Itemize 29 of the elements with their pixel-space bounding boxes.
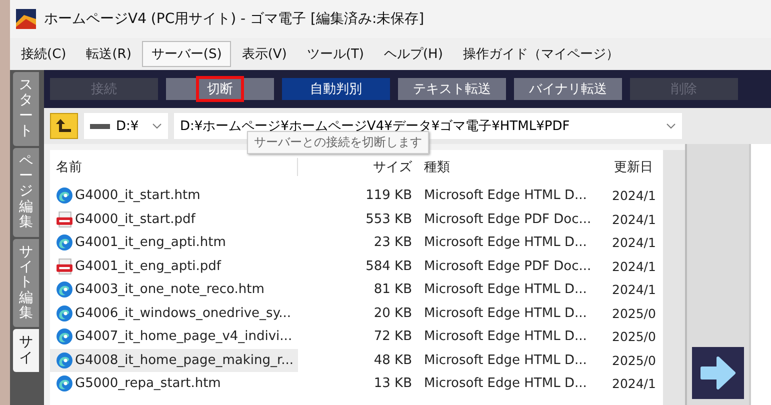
type-cell-text: Microsoft Edge HTML D...: [423, 188, 588, 204]
date-cell-text: 2025/0: [611, 306, 657, 321]
type-cell-text: Microsoft Edge PDF Doc...: [423, 212, 592, 227]
type-cell-text: Microsoft Edge HTML D...: [423, 282, 588, 298]
size-cell-text: 81 KB: [372, 282, 413, 298]
size-cell-text: 13 KB: [372, 376, 413, 392]
date-cell-text: 2024/1: [611, 258, 657, 274]
date-cell-text: 2025/0: [611, 329, 657, 344]
date-cell-text: 2024/1: [611, 188, 657, 204]
window-title: ホームページV4 (PC用サイト) - ゴマ電子 [編集済み:未保存]: [44, 10, 424, 28]
type-cell-text: Microsoft Edge HTML D...: [423, 306, 588, 321]
size-cell-text: 553 KB: [364, 212, 413, 227]
size-cell-text: 119 KB: [364, 188, 413, 204]
date-cell-text: 2024/1: [611, 212, 657, 227]
type-cell-text: Microsoft Edge HTML D...: [423, 235, 588, 250]
type-cell-text: Microsoft Edge HTML D...: [423, 329, 588, 344]
date-cell-text: 2025/0: [611, 352, 657, 368]
type-cell-text: Microsoft Edge PDF Doc...: [423, 258, 592, 274]
date-cell-text: 2024/1: [611, 376, 657, 392]
type-cell-text: Microsoft Edge HTML D...: [423, 376, 588, 392]
size-cell-text: 20 KB: [372, 306, 413, 321]
tooltip: サーバーとの接続を切断します: [247, 131, 429, 154]
type-cell-text: Microsoft Edge HTML D...: [423, 352, 588, 368]
size-cell-text: 72 KB: [372, 329, 413, 344]
date-cell-text: 2024/1: [611, 282, 657, 298]
size-cell-text: 584 KB: [364, 258, 413, 274]
date-cell-text: 2024/1: [611, 235, 657, 250]
size-cell-text: 23 KB: [372, 235, 413, 250]
size-cell-text: 48 KB: [372, 352, 413, 368]
